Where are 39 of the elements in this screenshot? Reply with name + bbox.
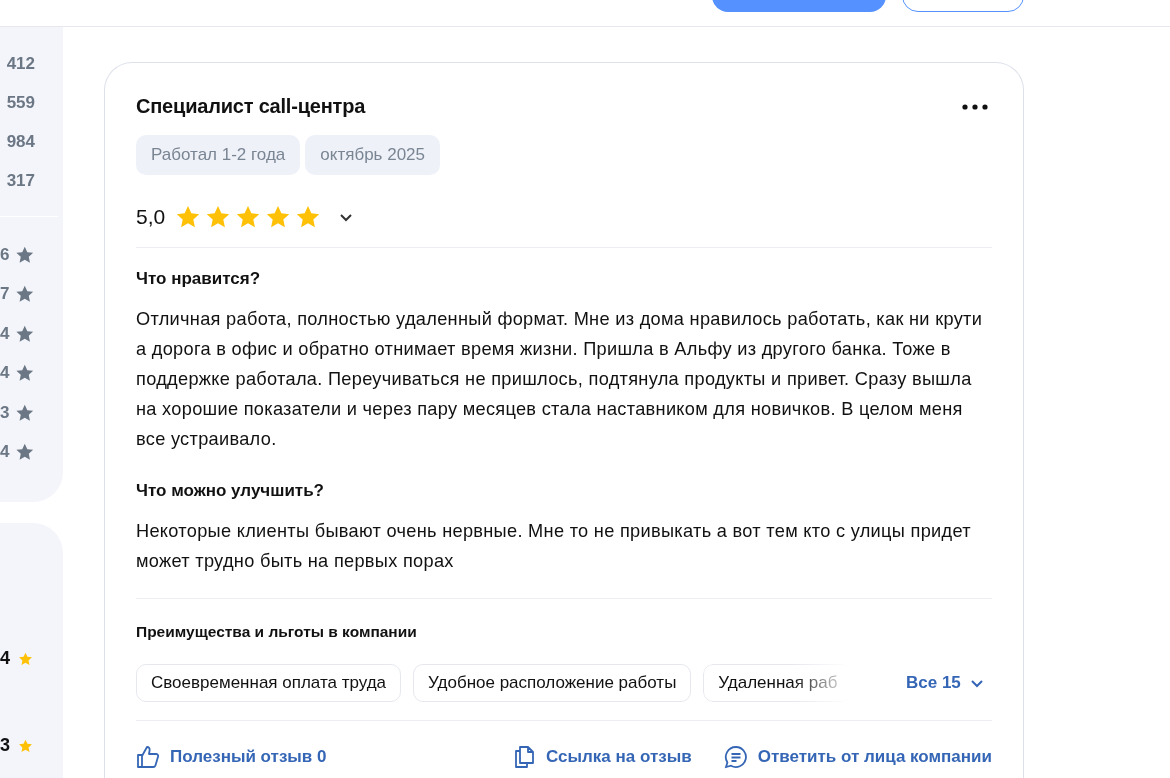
star-icon [15, 402, 35, 423]
benefit-tag: Своевременная оплата труда [136, 664, 402, 702]
star-icon [295, 204, 322, 230]
tag: Работал 1-2 года [136, 135, 301, 175]
star-icon [235, 204, 262, 230]
more-options-icon[interactable] [962, 103, 988, 110]
star-icon [15, 323, 35, 344]
rating-value: 3 [0, 402, 10, 423]
rating-value: 6 [0, 244, 10, 265]
show-all-button[interactable]: Все 15 [906, 673, 985, 693]
rating-value: 7 [0, 284, 10, 305]
section-heading: Что нравится? [136, 268, 262, 290]
review-link[interactable]: Ссылка на отзыв [512, 745, 692, 769]
benefits-heading: Преимущества и льготы в компании [136, 622, 418, 642]
star-icon [205, 204, 232, 230]
count-label: 984 [6, 131, 35, 152]
reply-button[interactable]: Ответить от лица компании [723, 745, 992, 769]
star-icon [265, 204, 292, 230]
tag: октябрь 2025 [305, 135, 440, 175]
count-label: 559 [6, 92, 35, 113]
star-icon [15, 244, 35, 265]
review-text: Некоторые клиенты бывают очень нервные. Мне то не привыкать а вот тем кто с улицы придет может трудно быть на первых порах [136, 520, 972, 573]
rating-value: 5,0 [136, 205, 166, 229]
helpful-button[interactable]: Полезный отзыв 0 [136, 745, 327, 769]
chat-icon [723, 745, 748, 769]
review-title: Специалист call-центра [136, 95, 366, 118]
rating-value: 4 [0, 648, 10, 669]
section-heading: Что можно улучшить? [136, 480, 325, 502]
star-icon [175, 204, 202, 230]
copy-icon [512, 745, 537, 769]
thumbs-up-icon [136, 745, 160, 769]
rating-value: 3 [0, 735, 10, 756]
review-text: Отличная работа, полностью удаленный формат. Мне из дома нравилось работать, как ни крути а дорога в офис и обратно отнимает время жизни. Пришла в Альфу из другого банка. Тоже в поддержке работала. Переучиваться не пришлось, подтянула продукты и привет. Сразу вышла на хорошие показатели и через пару месяцев стала наставником для новичков. В целом меня все устраивало. [136, 308, 984, 451]
rating-value: 4 [0, 323, 10, 344]
benefit-tag: Удобное расположение работы [413, 664, 692, 702]
rating-value: 4 [0, 442, 10, 463]
count-label: 412 [6, 53, 35, 74]
rating-value: 4 [0, 363, 10, 384]
count-label: 317 [6, 170, 35, 191]
